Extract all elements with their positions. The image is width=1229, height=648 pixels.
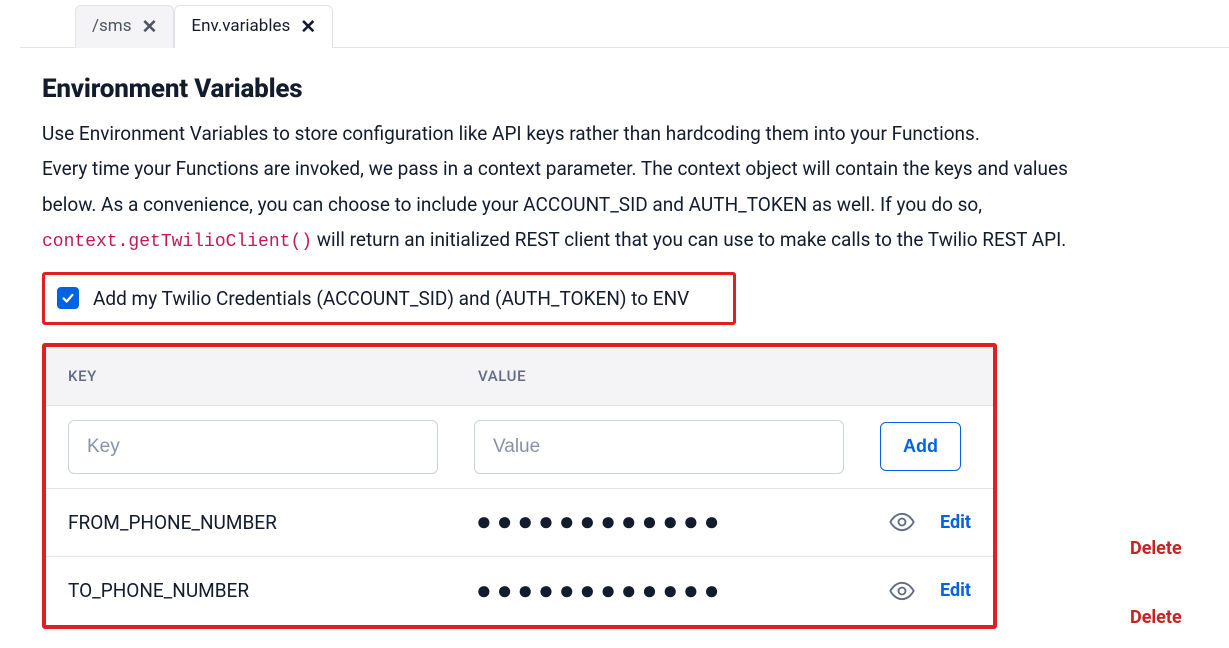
delete-button[interactable]: Delete [1130, 538, 1182, 559]
eye-icon[interactable] [888, 577, 916, 605]
tab-env-label: Env.variables [191, 16, 290, 36]
env-vars-table: KEY VALUE Add FROM_PHONE_NUMBER ●●●●●●●●… [42, 343, 997, 629]
table-row: FROM_PHONE_NUMBER ●●●●●●●●●●●● Edit [46, 489, 993, 557]
description-line2b: below. As a convenience, you can choose … [42, 189, 1229, 220]
table-header-key: KEY [68, 367, 478, 385]
var-key: TO_PHONE_NUMBER [68, 579, 476, 602]
eye-icon[interactable] [888, 508, 916, 536]
tab-bar: /sms ✕ Env.variables ✕ [75, 0, 1229, 48]
page-title: Environment Variables [42, 74, 1229, 104]
tab-env-variables[interactable]: Env.variables ✕ [174, 5, 333, 48]
add-button[interactable]: Add [880, 422, 961, 471]
description-line3: context.getTwilioClient() will return an… [42, 224, 1229, 258]
description-line2a: Every time your Functions are invoked, w… [42, 153, 1229, 184]
edit-button[interactable]: Edit [940, 580, 971, 601]
description-line1: Use Environment Variables to store confi… [42, 118, 1229, 149]
key-input[interactable] [68, 420, 438, 474]
close-icon[interactable]: ✕ [300, 17, 316, 36]
credentials-checkbox-row[interactable]: Add my Twilio Credentials (ACCOUNT_SID) … [42, 272, 736, 325]
table-header-value: VALUE [478, 367, 993, 385]
edit-button[interactable]: Edit [940, 512, 971, 533]
table-row: TO_PHONE_NUMBER ●●●●●●●●●●●● Edit [46, 557, 993, 625]
description-suffix: will return an initialized REST client t… [312, 228, 1066, 251]
checkbox-checked-icon[interactable] [57, 287, 79, 309]
var-value-masked: ●●●●●●●●●●●● [476, 578, 888, 604]
tab-sms-label: /sms [92, 16, 131, 36]
table-header-row: KEY VALUE [46, 347, 993, 406]
credentials-checkbox-label: Add my Twilio Credentials (ACCOUNT_SID) … [93, 287, 689, 310]
var-value-masked: ●●●●●●●●●●●● [476, 509, 888, 535]
tab-sms[interactable]: /sms ✕ [75, 5, 174, 48]
new-var-row: Add [46, 406, 993, 489]
close-icon[interactable]: ✕ [141, 17, 157, 36]
delete-button[interactable]: Delete [1130, 607, 1182, 628]
var-key: FROM_PHONE_NUMBER [68, 511, 476, 534]
value-input[interactable] [474, 420, 844, 474]
code-snippet: context.getTwilioClient() [42, 232, 312, 252]
